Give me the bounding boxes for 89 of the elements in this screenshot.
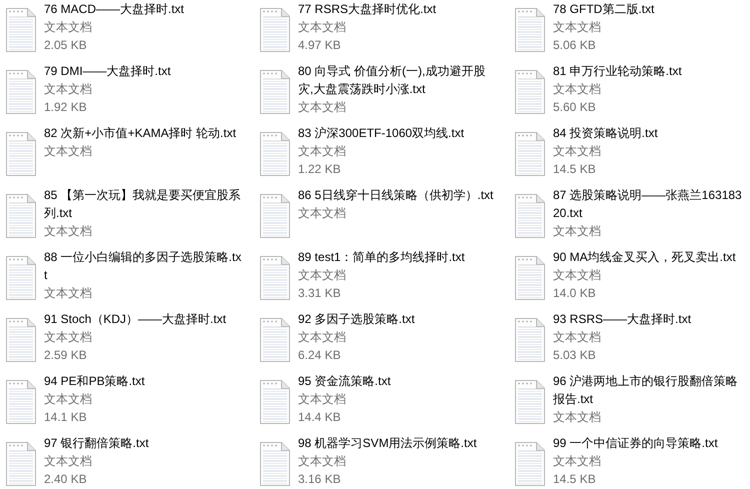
text-document-icon	[514, 69, 546, 115]
file-name[interactable]: 79 DMI——大盘择时.txt	[44, 62, 171, 80]
file-name[interactable]: 84 投资策略说明.txt	[553, 124, 658, 142]
file-size: 1.92 KB	[44, 99, 87, 116]
file-type: 文本文档	[298, 453, 346, 470]
file-name[interactable]: 94 PE和PB策略.txt	[44, 372, 145, 390]
text-document-icon	[259, 131, 291, 177]
file-size: 14.5 KB	[553, 471, 596, 488]
text-document-icon	[5, 317, 37, 363]
file-name[interactable]: 77 RSRS大盘择时优化.txt	[298, 0, 436, 18]
file-size: 2.59 KB	[44, 347, 87, 364]
file-type: 文本文档	[298, 205, 346, 222]
file-size: 5.03 KB	[553, 347, 596, 364]
text-document-icon	[514, 317, 546, 363]
file-name[interactable]: 81 申万行业轮动策略.txt	[553, 62, 682, 80]
file-size: 14.0 KB	[553, 285, 596, 302]
text-document-icon	[5, 379, 37, 425]
file-name[interactable]: 89 test1：简单的多均线择时.txt	[298, 248, 465, 266]
file-name[interactable]: 90 MA均线金叉买入，死叉卖出.txt	[553, 248, 736, 266]
file-size: 5.60 KB	[553, 99, 596, 116]
text-document-icon	[5, 441, 37, 487]
file-name[interactable]: 88 一位小白编辑的多因子选股策略.txt	[44, 248, 244, 284]
file-name[interactable]: 98 机器学习SVM用法示例策略.txt	[298, 434, 477, 452]
file-name[interactable]: 91 Stoch（KDJ）——大盘择时.txt	[44, 310, 226, 328]
file-type: 文本文档	[553, 19, 601, 36]
file-type: 文本文档	[44, 329, 92, 346]
text-document-icon	[259, 255, 291, 301]
text-document-icon	[514, 193, 546, 239]
file-type: 文本文档	[553, 453, 601, 470]
file-name[interactable]: 78 GFTD第二版.txt	[553, 0, 654, 18]
text-document-icon	[514, 7, 546, 53]
file-name[interactable]: 96 沪港两地上市的银行股翻倍策略报告.txt	[553, 372, 746, 408]
file-type: 文本文档	[553, 409, 601, 426]
text-document-icon	[514, 255, 546, 301]
file-type: 文本文档	[44, 453, 92, 470]
text-document-icon	[5, 7, 37, 53]
file-type: 文本文档	[44, 81, 92, 98]
file-name[interactable]: 92 多因子选股策略.txt	[298, 310, 415, 328]
file-size: 14.4 KB	[298, 409, 341, 426]
file-size: 3.16 KB	[298, 471, 341, 488]
file-type: 文本文档	[298, 143, 346, 160]
text-document-icon	[514, 441, 546, 487]
file-type: 文本文档	[553, 329, 601, 346]
file-name[interactable]: 86 5日线穿十日线策略（供初学）.txt	[298, 186, 494, 204]
text-document-icon	[514, 131, 546, 177]
text-document-icon	[5, 193, 37, 239]
text-document-icon	[259, 379, 291, 425]
file-size: 2.05 KB	[44, 37, 87, 54]
file-type: 文本文档	[298, 99, 346, 116]
file-type: 文本文档	[553, 267, 601, 284]
file-type: 文本文档	[553, 143, 601, 160]
text-document-icon	[259, 317, 291, 363]
file-name[interactable]: 82 次新+小市值+KAMA择时 轮动.txt	[44, 124, 236, 142]
text-document-icon	[5, 255, 37, 301]
file-size: 14.5 KB	[553, 161, 596, 178]
file-type: 文本文档	[44, 223, 92, 240]
file-name[interactable]: 80 向导式 价值分析(一),成功避开股灾,大盘震荡跌时小涨.txt	[298, 62, 498, 98]
file-type: 文本文档	[298, 329, 346, 346]
file-size: 6.24 KB	[298, 347, 341, 364]
file-name[interactable]: 97 银行翻倍策略.txt	[44, 434, 149, 452]
file-type: 文本文档	[298, 391, 346, 408]
file-name[interactable]: 93 RSRS——大盘择时.txt	[553, 310, 692, 328]
file-type: 文本文档	[44, 391, 92, 408]
file-size: 5.06 KB	[553, 37, 596, 54]
file-size: 14.1 KB	[44, 409, 87, 426]
file-size: 4.97 KB	[298, 37, 341, 54]
text-document-icon	[259, 193, 291, 239]
file-name[interactable]: 99 一个中信证券的向导策略.txt	[553, 434, 718, 452]
file-size: 3.31 KB	[298, 285, 341, 302]
file-type: 文本文档	[44, 285, 92, 302]
text-document-icon	[259, 7, 291, 53]
text-document-icon	[5, 131, 37, 177]
file-type: 文本文档	[298, 267, 346, 284]
file-type: 文本文档	[553, 81, 601, 98]
file-name[interactable]: 95 资金流策略.txt	[298, 372, 391, 390]
file-name[interactable]: 85 【第一次玩】我就是要买便宜股系列.txt	[44, 186, 244, 222]
file-name[interactable]: 76 MACD——大盘择时.txt	[44, 0, 184, 18]
file-type: 文本文档	[44, 143, 92, 160]
file-name[interactable]: 83 沪深300ETF-1060双均线.txt	[298, 124, 464, 142]
text-document-icon	[514, 379, 546, 425]
text-document-icon	[259, 69, 291, 115]
file-type: 文本文档	[298, 19, 346, 36]
file-type: 文本文档	[44, 19, 92, 36]
file-size: 2.40 KB	[44, 471, 87, 488]
file-type: 文本文档	[553, 223, 601, 240]
file-size: 1.22 KB	[298, 161, 341, 178]
text-document-icon	[5, 69, 37, 115]
text-document-icon	[259, 441, 291, 487]
file-name[interactable]: 87 选股策略说明——张燕兰16318320.txt	[553, 186, 746, 222]
